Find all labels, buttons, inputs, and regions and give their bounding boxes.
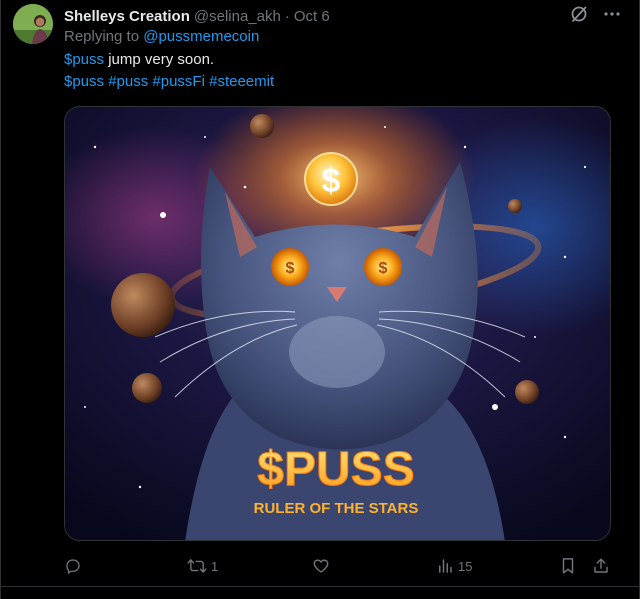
tweet-divider [1, 586, 639, 587]
tweet-actions: 1 15 [64, 553, 614, 579]
artwork-subtitle: RULER OF THE STARS [254, 500, 419, 517]
share-icon [592, 557, 610, 575]
hashtag-link[interactable]: #puss [108, 73, 148, 90]
views-count: 15 [458, 558, 473, 574]
planet [508, 199, 522, 213]
cashtag-link[interactable]: $puss [64, 51, 104, 68]
retweet-button[interactable]: 1 [187, 553, 218, 579]
planet [515, 380, 539, 404]
bookmark-icon [560, 557, 576, 575]
planet [111, 273, 175, 337]
tweet-text-line-1: $puss jump very soon. [64, 50, 214, 70]
avatar-photo [13, 4, 53, 44]
more-icon[interactable] [603, 5, 621, 23]
tweet-date[interactable]: Oct 6 [294, 8, 330, 25]
like-icon [312, 557, 330, 575]
views-button[interactable]: 15 [436, 553, 472, 579]
grok-icon[interactable] [569, 4, 589, 24]
retweet-count: 1 [211, 558, 219, 574]
tweet-text: jump very soon. [104, 51, 215, 68]
tweet-header: Shelleys Creation @selina_akh · Oct 6 [64, 5, 625, 27]
coin-symbol: $ [322, 162, 341, 200]
hashtag-link[interactable]: $puss [64, 73, 104, 90]
header-separator: · [284, 7, 290, 25]
views-icon [436, 557, 454, 575]
cat-eye-left-symbol: $ [286, 260, 295, 277]
cat-space-artwork: $ $ $ $PUSS RULER OF THE STARS [65, 107, 610, 540]
avatar[interactable] [13, 4, 53, 44]
replying-to: Replying to @pussmemecoin [64, 28, 259, 45]
cat-eye-right-symbol: $ [379, 260, 388, 277]
replying-to-handle[interactable]: @pussmemecoin [143, 28, 259, 45]
bookmark-button[interactable] [560, 553, 576, 579]
planet [132, 373, 162, 403]
hashtag-link[interactable]: #pussFi [152, 73, 205, 90]
author-handle[interactable]: @selina_akh [194, 8, 281, 25]
retweet-icon [187, 557, 207, 575]
planet [250, 114, 274, 138]
tweet-text-line-2: $puss #puss #pussFi #steeemit [64, 72, 274, 92]
author-name[interactable]: Shelleys Creation [64, 8, 190, 25]
tweet-media-image[interactable]: $ $ $ $PUSS RULER OF THE STARS [64, 106, 611, 541]
share-button[interactable] [592, 553, 610, 579]
hashtag-link[interactable]: #steeemit [209, 73, 274, 90]
replying-to-prefix: Replying to [64, 28, 144, 45]
like-button[interactable] [312, 553, 334, 579]
artwork-title: $PUSS [257, 443, 414, 496]
tweet-article[interactable]: Shelleys Creation @selina_akh · Oct 6 Re… [0, 0, 640, 599]
header-actions [569, 4, 621, 24]
reply-icon [64, 557, 82, 575]
reply-button[interactable] [64, 553, 86, 579]
